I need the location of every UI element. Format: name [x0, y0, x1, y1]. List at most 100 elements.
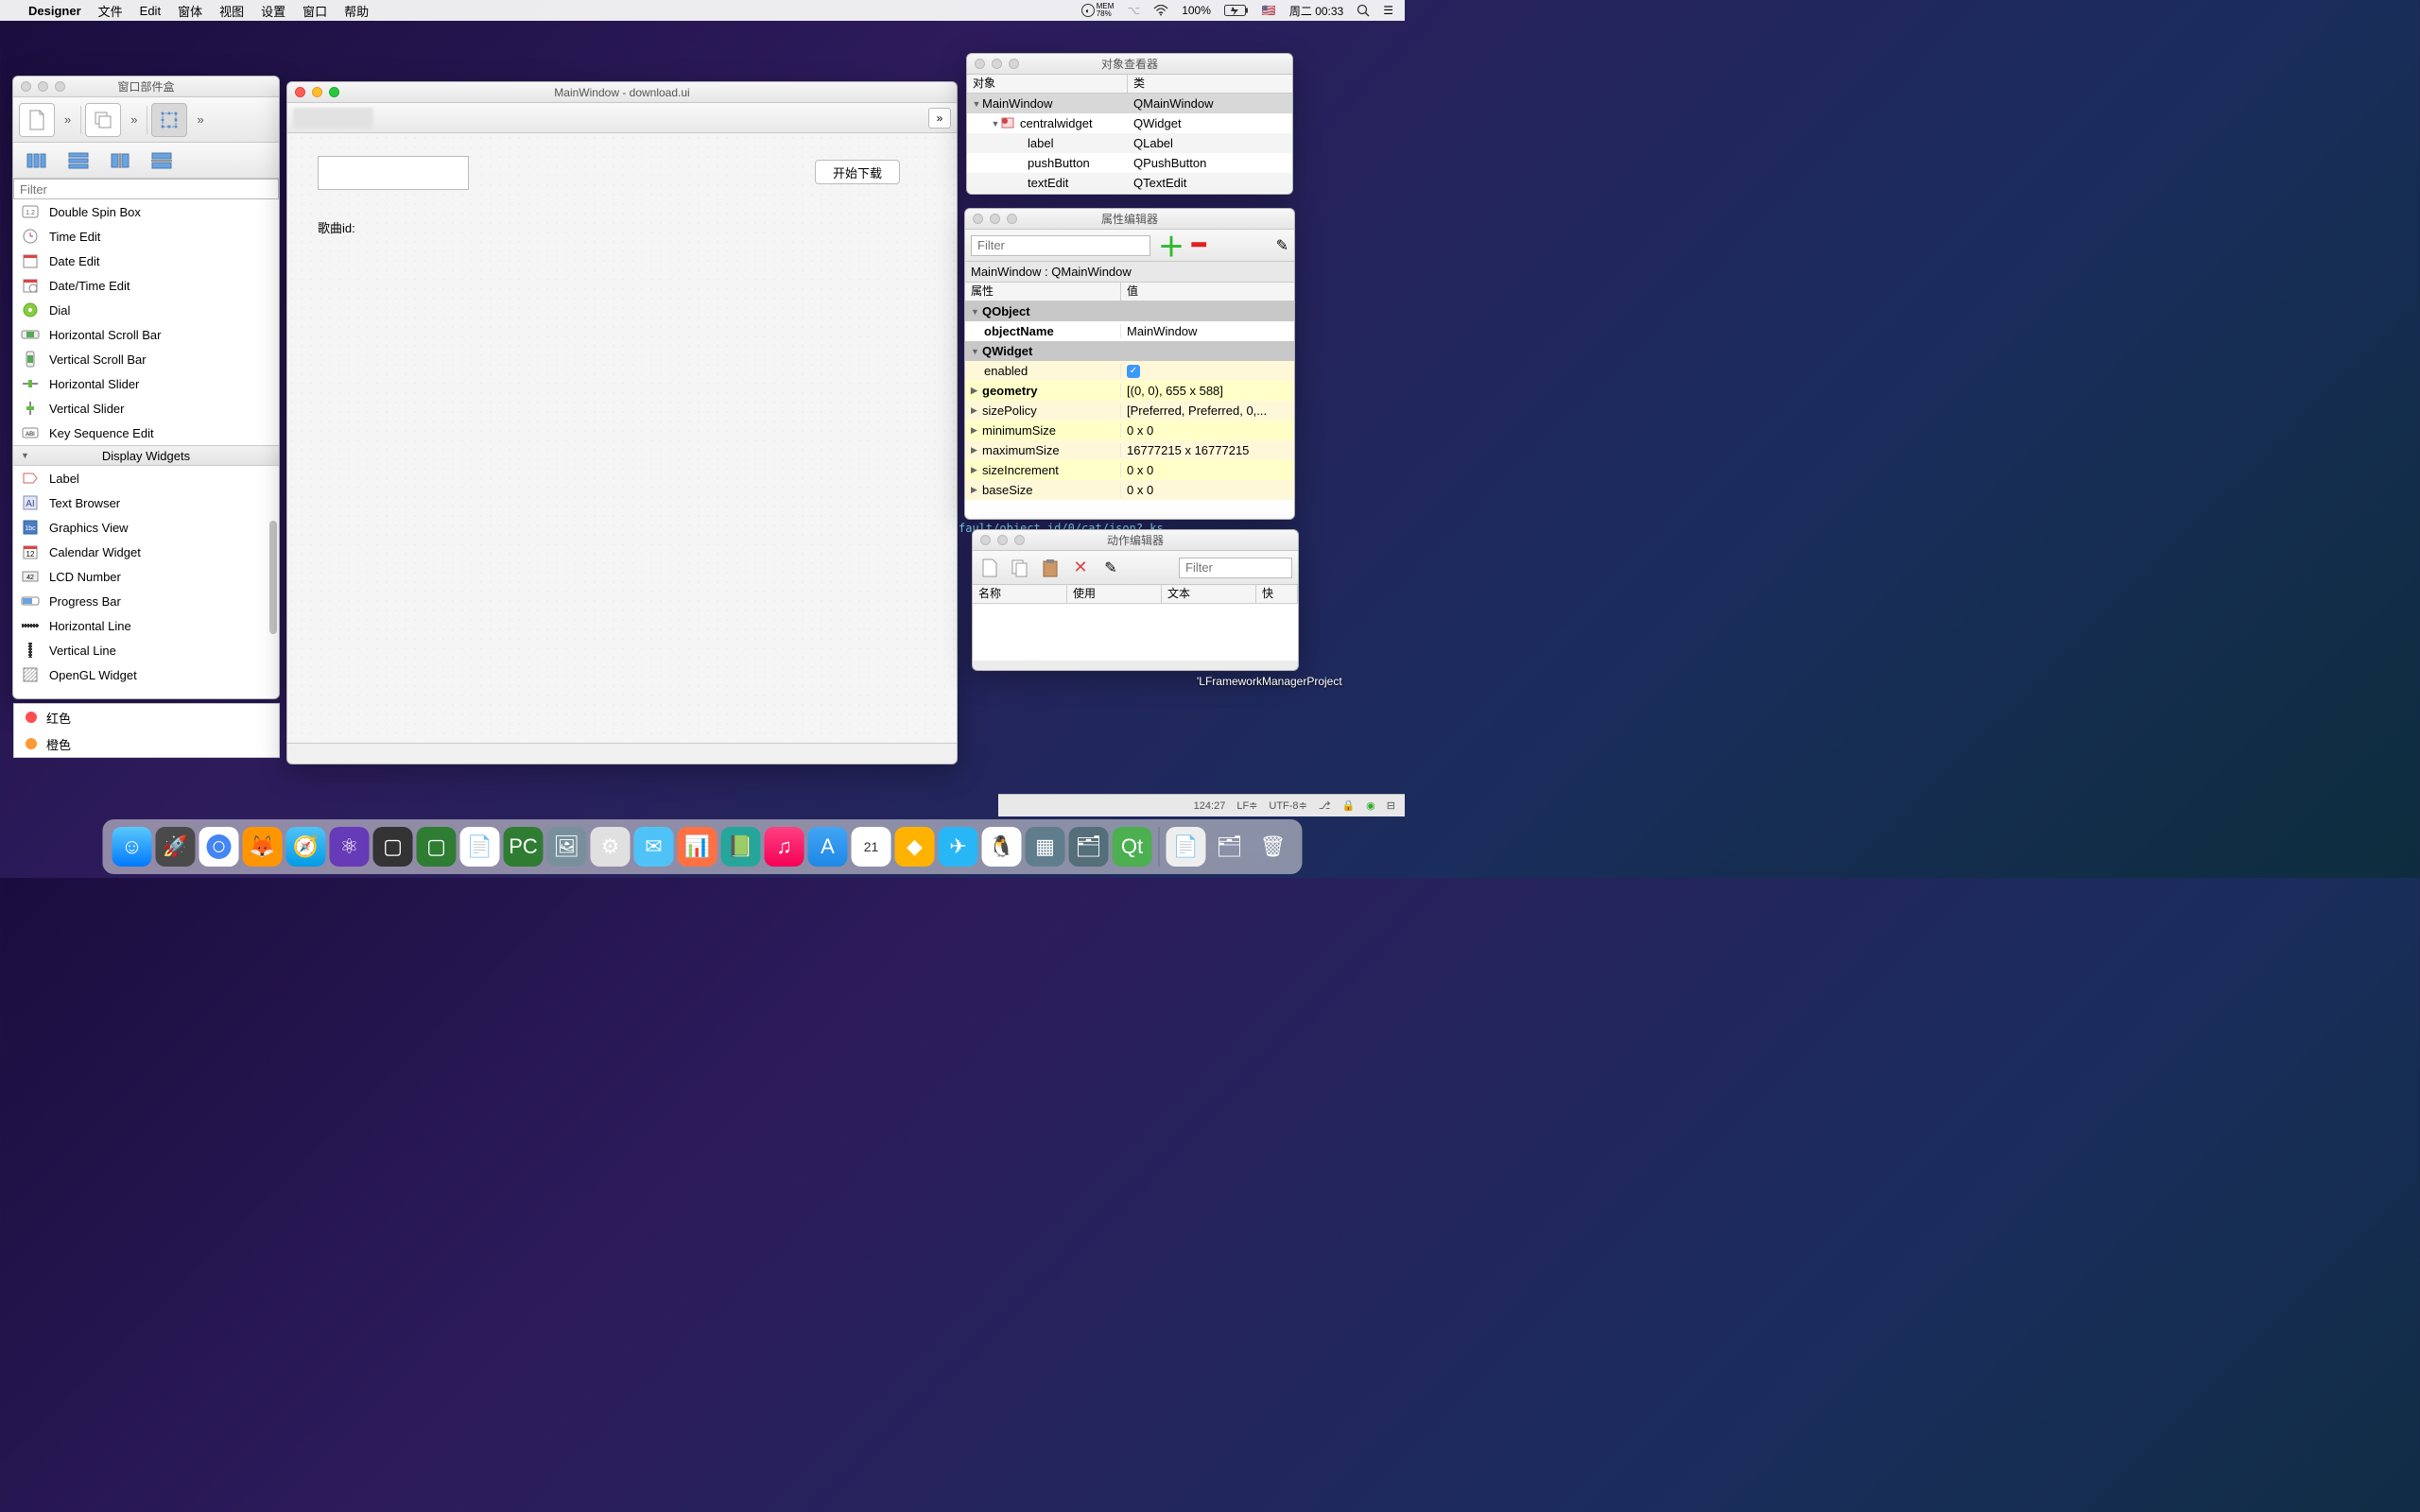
battery-pct: 100%	[1182, 4, 1211, 17]
toolbar-chevron-3[interactable]: »	[191, 112, 209, 127]
menu-file[interactable]: 文件	[98, 2, 123, 20]
menu-form[interactable]: 窗体	[178, 2, 202, 20]
dock-qq[interactable]: 🐧	[982, 827, 1022, 867]
menu-edit[interactable]: Edit	[140, 4, 161, 18]
battery-icon[interactable]	[1224, 5, 1249, 16]
dock-textedit[interactable]: 📄	[460, 827, 500, 867]
line-ending[interactable]: LF≑	[1236, 799, 1257, 812]
layout-edit-button[interactable]	[151, 103, 187, 137]
toolbar-chevron-2[interactable]: »	[125, 112, 143, 127]
dock-systempref[interactable]: ⚙	[591, 827, 631, 867]
wifi-icon[interactable]	[1153, 5, 1168, 16]
copy-button[interactable]	[85, 103, 121, 137]
textedit-widget[interactable]	[318, 156, 469, 190]
desktop-folder-label[interactable]: 'LFrameworkManagerProject	[1197, 675, 1301, 688]
traffic-lights[interactable]	[973, 214, 1017, 224]
color-red[interactable]: 红色	[14, 704, 279, 730]
dock-iterm[interactable]: ▢	[417, 827, 457, 867]
copy-action-icon[interactable]	[1009, 557, 1031, 579]
dock-app4[interactable]: ▦	[1026, 827, 1065, 867]
dock-downloads[interactable]: 🗂	[1210, 827, 1250, 867]
git-icon[interactable]: ⎇	[1319, 799, 1331, 812]
traffic-lights[interactable]	[980, 535, 1025, 545]
propedit-filter-input[interactable]	[971, 235, 1150, 256]
traffic-lights[interactable]	[21, 81, 65, 92]
dock-trash[interactable]: 🗑	[1253, 827, 1293, 867]
qt-icon[interactable]: ◉	[1366, 799, 1375, 812]
widget-item: Progress Bar	[13, 589, 279, 613]
mem-indicator[interactable]: ◐ MEM78%	[1081, 3, 1115, 18]
actedit-filter-input[interactable]	[1179, 558, 1292, 578]
dock-safari[interactable]: 🧭	[286, 827, 326, 867]
clock[interactable]: 周二 00:33	[1289, 3, 1343, 19]
layout-v-button[interactable]	[60, 147, 96, 174]
input-flag[interactable]: 🇺🇸	[1262, 4, 1276, 17]
encoding[interactable]: UTF-8≑	[1269, 799, 1306, 812]
dock-appstore[interactable]: A	[808, 827, 848, 867]
menu-help[interactable]: 帮助	[344, 2, 369, 20]
dock-qt[interactable]: Qt	[1113, 827, 1152, 867]
widget-box-panel: 窗口部件盒 » » » 1.2Double Spin Box Time Edit…	[12, 76, 280, 699]
spotlight-icon[interactable]	[1357, 4, 1370, 17]
widget-item: 42LCD Number	[13, 564, 279, 589]
dock-doc[interactable]: 📄	[1167, 827, 1206, 867]
wand-action-icon[interactable]: ✎	[1099, 557, 1122, 579]
dock-finder[interactable]: ☺	[112, 827, 152, 867]
traffic-lights[interactable]	[295, 87, 339, 97]
dock-pycharm[interactable]: PC	[504, 827, 544, 867]
canvas-toolbar-expand[interactable]: »	[928, 108, 951, 129]
add-property-button[interactable]: ＋	[1158, 227, 1184, 265]
dock-terminal[interactable]: ▢	[373, 827, 413, 867]
label-widget[interactable]: 歌曲id:	[318, 218, 355, 236]
pushbutton-widget[interactable]: 开始下载	[815, 160, 900, 184]
remove-property-button[interactable]: ━	[1192, 232, 1205, 259]
objinsp-row: textEditQTextEdit	[967, 173, 1292, 193]
ide-statusbar: 124:27 LF≑ UTF-8≑ ⎇ 🔒 ◉ ⊟	[998, 794, 1405, 816]
bluetooth-icon[interactable]: ⌥	[1127, 4, 1140, 17]
dock-music[interactable]: ♫	[765, 827, 804, 867]
dock-feishu[interactable]: ✈	[939, 827, 978, 867]
color-orange[interactable]: 橙色	[14, 730, 279, 757]
menu-settings[interactable]: 设置	[261, 2, 285, 20]
widget-list[interactable]: 1.2Double Spin Box Time Edit Date Edit D…	[13, 199, 279, 698]
dock-app3[interactable]: ◆	[895, 827, 935, 867]
actedit-body[interactable]	[973, 604, 1298, 661]
propedit-row: ▶minimumSize0 x 0	[965, 421, 1294, 440]
dock-atom[interactable]: ⚛	[330, 827, 370, 867]
form-canvas[interactable]: 开始下载 歌曲id:	[287, 133, 957, 743]
cursor-pos[interactable]: 124:27	[1194, 800, 1226, 812]
canvas-toolbar: »	[287, 103, 957, 133]
menu-window[interactable]: 窗口	[302, 2, 327, 20]
objinsp-tree[interactable]: ▼MainWindowQMainWindow ▼centralwidgetQWi…	[967, 94, 1292, 194]
dock-preview[interactable]: 🖼	[547, 827, 587, 867]
dock-app1[interactable]: 📊	[678, 827, 717, 867]
layout-vsplit-button[interactable]	[144, 147, 180, 174]
new-action-icon[interactable]	[978, 557, 1001, 579]
checkbox-checked-icon[interactable]: ✓	[1127, 365, 1140, 378]
menu-view[interactable]: 视图	[219, 2, 244, 20]
dock-app2[interactable]: 📗	[721, 827, 761, 867]
hscroll-icon	[21, 326, 40, 343]
dock-launchpad[interactable]: 🚀	[156, 827, 196, 867]
dock-app5[interactable]: 🗂	[1069, 827, 1109, 867]
settings-icon[interactable]: ⊟	[1387, 799, 1395, 812]
widget-filter-input[interactable]	[13, 179, 279, 199]
property-wand-icon[interactable]: ✎	[1276, 236, 1288, 255]
dock-chrome[interactable]	[199, 827, 239, 867]
lock-icon[interactable]: 🔒	[1341, 799, 1355, 812]
dock-firefox[interactable]: 🦊	[243, 827, 283, 867]
paste-action-icon[interactable]	[1039, 557, 1062, 579]
new-form-button[interactable]	[19, 103, 55, 137]
layout-h-button[interactable]	[19, 147, 55, 174]
app-name[interactable]: Designer	[28, 4, 81, 18]
menu-extras-icon[interactable]: ☰	[1383, 4, 1393, 17]
toolbar-chevron-1[interactable]: »	[59, 112, 77, 127]
dock-calendar[interactable]: 21	[852, 827, 891, 867]
scrollbar-thumb[interactable]	[269, 521, 277, 634]
dock-mail[interactable]: ✉	[634, 827, 674, 867]
widget-category[interactable]: ▼Display Widgets	[13, 445, 279, 466]
delete-action-icon[interactable]: ✕	[1069, 557, 1092, 579]
traffic-lights[interactable]	[975, 59, 1019, 69]
layout-hsplit-button[interactable]	[102, 147, 138, 174]
propedit-body[interactable]: ▼QObject objectNameMainWindow ▼QWidget e…	[965, 301, 1294, 519]
